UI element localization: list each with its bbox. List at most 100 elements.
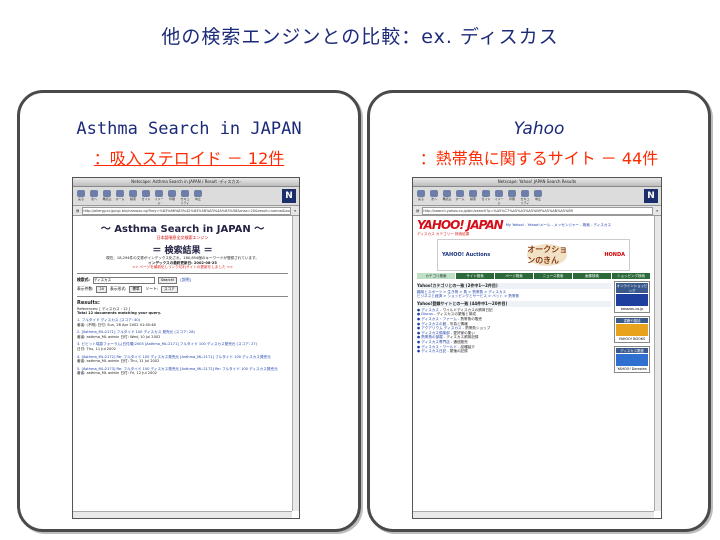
side-ad-heading: オンラインショッピング — [616, 282, 648, 293]
category-match-heading: Yahoo!カテゴリとの一致 (2件中1～2件目) — [417, 282, 611, 289]
back-button[interactable]: 戻る — [76, 190, 86, 202]
tab-news[interactable]: ニュース検索 — [534, 272, 572, 279]
yahoo-caption: ：熱帯魚に関するサイト － 44件 — [419, 149, 659, 168]
print-button[interactable]: 印刷 — [167, 190, 177, 202]
side-ad-label: amazon.co.jp — [620, 306, 644, 311]
browser-toolbar: 戻る 次へ 再読込 ホーム 検索 ガイド イメージ 印刷 セキュリティ 中止 N — [73, 187, 299, 206]
result-item: 5. [Asthma_ML:2173] Re: フルタイド 100 ディスカス発… — [77, 367, 288, 376]
yahoo-browser-screenshot: Netscape: Yahoo! JAPAN Search Results 戻る… — [412, 177, 662, 519]
tab-page[interactable]: ページ検索 — [495, 272, 533, 279]
vertical-scrollbar[interactable] — [292, 216, 299, 511]
home-button[interactable]: ホーム — [115, 190, 125, 202]
sort-label: ソート: — [145, 286, 159, 292]
guide-button[interactable]: ガイド — [481, 190, 491, 202]
ad-line: ディスカス カテゴリー 検索結果 — [417, 232, 470, 236]
yahoo-columns: Yahoo!カテゴリとの一致 (2件中1～2件目) 趣味とスポーツ > 生き物 … — [417, 280, 650, 376]
search-submit-button[interactable]: Search! — [157, 276, 178, 284]
reload-button[interactable]: 再読込 — [102, 190, 112, 202]
result-item: 2. [Asthma_ML:2171] フルタイド 100 ディスカス 発売元 … — [77, 330, 288, 339]
options-row: 表示件数: 20 表示形式: 標準 ソート: スコア — [77, 285, 288, 293]
books-banner-image — [616, 323, 648, 336]
result-meta: 著者: asthma_ML admin 日付: Thu, 11 Jul 2002 — [77, 359, 160, 364]
side-ad-heading: 書籍や雑誌 — [616, 317, 648, 323]
browser-url-bar: ▤ http://allergy.or.jp/cgi-bin/namazu.cg… — [73, 206, 299, 216]
count-select[interactable]: 20 — [96, 285, 107, 293]
asthma-search-caption: ：吸入ステロイド － 12件 — [20, 145, 358, 169]
vertical-scrollbar[interactable] — [654, 216, 661, 511]
related-icon[interactable]: ▾ — [294, 209, 296, 213]
result-item: 3. ビビット喘息フォーラム(日付順)2005 [Asthma_ML:2171]… — [77, 342, 288, 351]
horizontal-scrollbar[interactable] — [413, 511, 654, 518]
forward-button[interactable]: 次へ — [89, 190, 99, 202]
result-meta: 著者: asthma_ML admin 日付: Wed, 10 Jul 2002 — [77, 334, 161, 339]
tab-shopping[interactable]: ショッピング検索 — [612, 272, 650, 279]
images-button[interactable]: イメージ — [154, 190, 164, 205]
yahoo-header: YAHOO! JAPAN My Yahoo! - Yahoo!メール - メッセ… — [417, 218, 650, 232]
side-ad-domains[interactable]: ディスカス関連 YAHOO! Domains — [614, 345, 650, 373]
asthma-banner-sub: 日本語喘息全文検索エンジン — [156, 235, 209, 240]
images-button[interactable]: イメージ — [494, 190, 504, 205]
divider — [77, 272, 288, 274]
total-line: Total 12 documents matching your query. — [77, 311, 162, 316]
security-button[interactable]: セキュリティ — [180, 190, 190, 205]
auction-banner-ad[interactable]: YAHOO! Auctions オークションのきん HONDA — [437, 238, 630, 271]
site-match-heading: Yahoo!登録サイトとの一致 (44件中1～20件目) — [417, 300, 611, 307]
result-item: 1. フルタイド ディスカス (スコア: 40) 著者: (不明) 日付: Su… — [77, 318, 288, 327]
horizontal-scrollbar[interactable] — [73, 511, 292, 518]
search-button[interactable]: 検索 — [468, 190, 478, 202]
home-button[interactable]: ホーム — [455, 190, 465, 202]
auction-logo: YAHOO! Auctions — [442, 251, 491, 258]
result-meta: 著者: (不明) 日付: Sun, 28 Apr 2002 01:40:48 — [77, 322, 156, 327]
query-input[interactable]: ディスカス — [92, 276, 155, 284]
url-field[interactable]: http://allergy.or.jp/cgi-bin/namazu.cgi?… — [82, 206, 292, 215]
side-ad-heading: ディスカス関連 — [616, 347, 648, 353]
amazon-banner-image — [616, 293, 648, 306]
index-note: 現在、18,294件の文書がインデックス化され、180,854個のキーワードが登… — [106, 256, 259, 260]
side-ad-label: YAHOO! Domains — [617, 366, 647, 371]
browser-title-bar: Netscape: Asthma Search in JAPAN / Resul… — [73, 178, 299, 187]
yahoo-heading: Yahoo — [513, 119, 565, 139]
yahoo-sidebar: オンラインショッピング amazon.co.jp 書籍や雑誌 YAHOO! BO… — [614, 280, 650, 376]
netscape-logo-icon: N — [644, 189, 658, 203]
result-line[interactable]: ● ディスカス日記 - 繁殖の記録 — [417, 349, 611, 354]
auction-kin-logo: オークションのきん — [527, 243, 568, 266]
related-icon[interactable]: ▾ — [656, 209, 658, 213]
asthma-search-panel: Asthma Search in JAPAN ：吸入ステロイド － 12件 Ne… — [17, 90, 361, 532]
guide-button[interactable]: ガイド — [141, 190, 151, 202]
back-button[interactable]: 戻る — [416, 190, 426, 202]
security-button[interactable]: セキュリティ — [520, 190, 530, 205]
count-label: 表示件数: — [77, 286, 94, 292]
format-select[interactable]: 標準 — [129, 285, 143, 293]
honda-logo: HONDA — [604, 251, 625, 258]
forward-button[interactable]: 次へ — [429, 190, 439, 202]
sort-select[interactable]: スコア — [161, 285, 178, 293]
stop-button[interactable]: 中止 — [193, 190, 203, 202]
stop-button[interactable]: 中止 — [533, 190, 543, 202]
browser-toolbar: 戻る 次へ 再読込 ホーム 検索 ガイド イメージ 印刷 セキュリティ 中止 N — [413, 187, 661, 206]
results-heading: ＝ 検索結果 ＝ — [152, 246, 213, 256]
divider — [77, 295, 288, 297]
update-notice[interactable]: >> ページを最新化しリンク切れサイトの更新をしました << — [77, 265, 288, 270]
yahoo-top-links[interactable]: My Yahoo! - Yahoo!メール - メッセンジャー - 検索 - デ… — [506, 223, 611, 228]
url-field[interactable]: http://search.yahoo.co.jp/bin/search?p=%… — [422, 206, 654, 215]
bookmark-icon[interactable]: ▤ — [76, 209, 79, 213]
browser-url-bar: ▤ http://search.yahoo.co.jp/bin/search?p… — [413, 206, 661, 216]
asthma-banner: ～ Asthma Search in JAPAN ～ — [100, 224, 265, 235]
query-row: 検索式: ディスカス Search! [説明] — [77, 276, 288, 284]
help-link[interactable]: [説明] — [180, 277, 191, 283]
tab-site[interactable]: サイト検索 — [456, 272, 494, 279]
yahoo-logo[interactable]: YAHOO! JAPAN — [417, 218, 504, 232]
search-tabs: カテゴリ検索 サイト検索 ページ検索 ニュース検索 画像検索 ショッピング検索 — [417, 272, 650, 279]
reload-button[interactable]: 再読込 — [442, 190, 452, 202]
yahoo-panel: Yahoo ：熱帯魚に関するサイト － 44件 Netscape: Yahoo!… — [367, 90, 711, 532]
asthma-browser-screenshot: Netscape: Asthma Search in JAPAN / Resul… — [72, 177, 300, 519]
side-ad-books[interactable]: 書籍や雑誌 YAHOO! BOOKS — [614, 315, 650, 343]
bookmark-icon[interactable]: ▤ — [416, 209, 419, 213]
side-ad-amazon[interactable]: オンラインショッピング amazon.co.jp — [614, 280, 650, 313]
print-button[interactable]: 印刷 — [507, 190, 517, 202]
tab-image[interactable]: 画像検索 — [573, 272, 611, 279]
search-button[interactable]: 検索 — [128, 190, 138, 202]
tab-category[interactable]: カテゴリ検索 — [417, 272, 455, 279]
result-meta: 日付: Thu, 11 Jul 2002 — [77, 346, 116, 351]
result-line[interactable]: ビジネスと経済 > ショッピングとサービス > ペット > 熱帯魚 — [417, 294, 611, 299]
